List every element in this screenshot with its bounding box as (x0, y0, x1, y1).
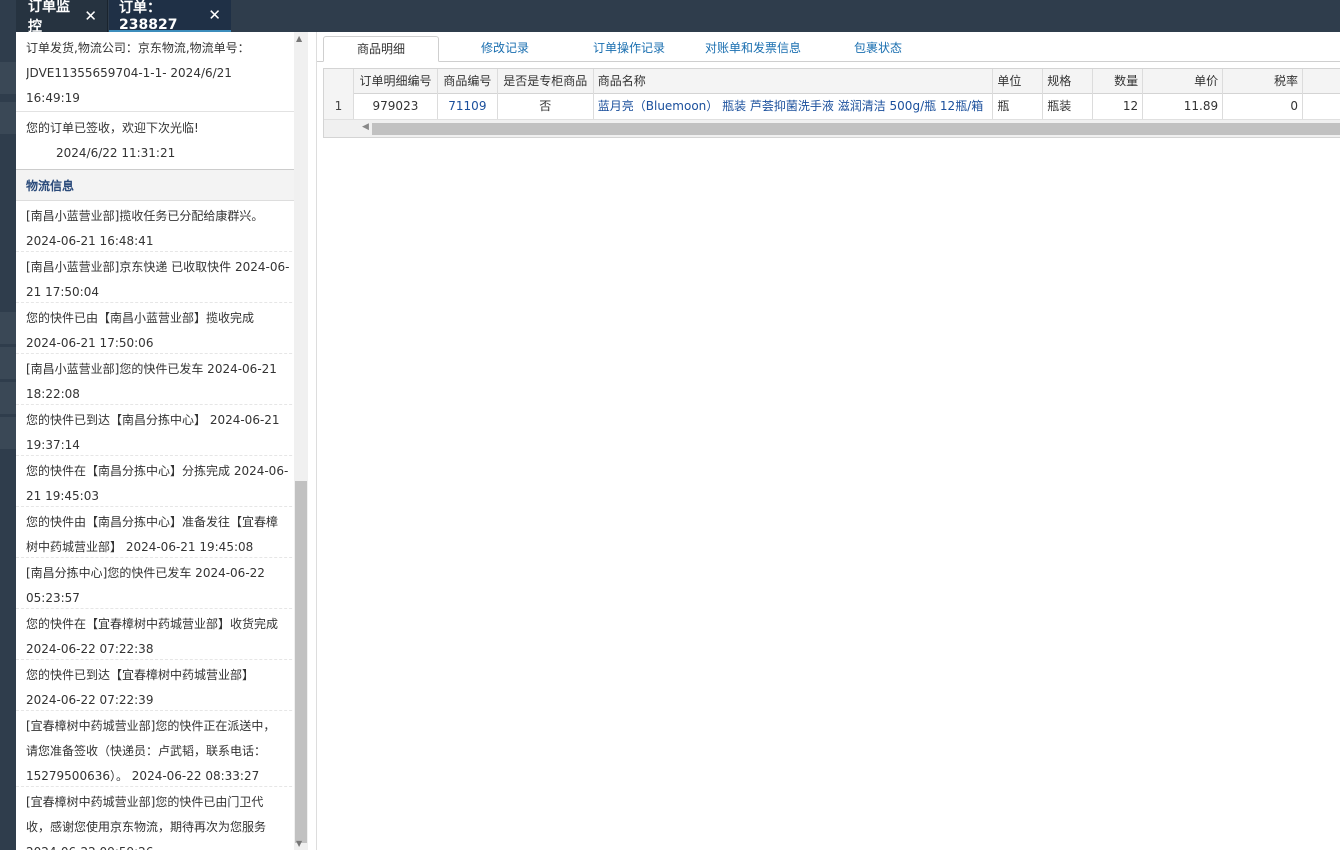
shipping-info: 订单发货,物流公司：京东物流,物流单号： JDVE11355659704-1-1… (16, 32, 307, 112)
signed-time: 2024/6/22 11:31:21 (56, 146, 176, 160)
logistics-item-line: 您的快件已到达【宜春樟树中药城营业部】 (26, 668, 255, 682)
logistics-item: [宜春樟树中药城营业部]您的快件正在派送中， 请您准备签收（快递员：卢武韬，联系电… (16, 711, 307, 787)
logistics-item: 您的快件由【南昌分拣中心】准备发往【宜春樟 树中药城营业部】 2024-06-21… (16, 507, 307, 558)
tab-statement-invoice[interactable]: 对账单和发票信息 (693, 36, 813, 62)
nav-item[interactable] (0, 382, 16, 414)
cell-tax: 0 (1223, 94, 1304, 119)
logistics-list: [南昌小蓝营业部]揽收任务已分配给康群兴。 2024-06-21 16:48:41… (16, 201, 307, 850)
tab-order-monitor[interactable]: 订单监控 ✕ (16, 0, 108, 35)
cell-special: 否 (498, 94, 594, 119)
header-filler (1303, 69, 1340, 94)
cell-unit: 瓶 (993, 94, 1044, 119)
signed-line: 您的订单已签收，欢迎下次光临! (26, 121, 199, 135)
logistics-item: 您的快件在【宜春樟树中药城营业部】收货完成 2024-06-22 07:22:38 (16, 609, 307, 660)
scroll-up-icon[interactable]: ▲ (296, 34, 302, 43)
logistics-item: 您的快件在【南昌分拣中心】分拣完成 2024-06- 21 19:45:03 (16, 456, 307, 507)
header-name[interactable]: 商品名称 (594, 69, 994, 94)
logistics-item: 您的快件已到达【宜春樟树中药城营业部】 2024-06-22 07:22:39 (16, 660, 307, 711)
logistics-item-line: 2024-06-22 09:59:26 (26, 841, 297, 850)
nav-item[interactable] (0, 417, 16, 449)
logistics-item-line: 15279500636）。 2024-06-22 08:33:27 (26, 769, 260, 783)
header-index (324, 69, 354, 94)
top-tab-bar: 订单监控 ✕ 订单：238827 ✕ (0, 0, 1340, 35)
nav-item[interactable] (0, 347, 16, 379)
product-grid: 订单明细编号 商品编号 是否是专柜商品 商品名称 单位 规格 数量 单价 税率 … (323, 68, 1340, 138)
logistics-item: [南昌小蓝营业部]京东快递 已收取快件 2024-06- 21 17:50:04 (16, 252, 307, 303)
logistics-item-line: [宜春樟树中药城营业部]您的快件正在派送中， (26, 719, 276, 733)
header-price[interactable]: 单价 (1143, 69, 1224, 94)
shipping-line: 16:49:19 (26, 91, 80, 105)
cell-qty: 12 (1093, 94, 1144, 119)
nav-item[interactable] (0, 62, 16, 94)
logistics-item: 您的快件已到达【南昌分拣中心】 2024-06-21 19:37:14 (16, 405, 307, 456)
scroll-down-icon[interactable]: ▼ (296, 839, 302, 848)
scrollbar-thumb[interactable] (372, 123, 1340, 135)
header-product-code[interactable]: 商品编号 (438, 69, 498, 94)
logistics-scrollbar[interactable]: ▲ ▼ (294, 32, 308, 850)
tab-modify-log[interactable]: 修改记录 (447, 36, 563, 62)
grid-header: 订单明细编号 商品编号 是否是专柜商品 商品名称 单位 规格 数量 单价 税率 (324, 69, 1340, 94)
grid-horizontal-scrollbar[interactable]: ◀ (324, 119, 1340, 137)
header-special[interactable]: 是否是专柜商品 (498, 69, 594, 94)
main-content: 商品明细 修改记录 订单操作记录 对账单和发票信息 包裹状态 订单明细编号 商品… (316, 32, 1340, 850)
cell-filler (1303, 94, 1340, 119)
cell-product-name-link[interactable]: 蓝月亮（Bluemoon） 瓶装 芦荟抑菌洗手液 滋润清洁 500g/瓶 12瓶… (594, 94, 994, 119)
logistics-item-line: [南昌分拣中心]您的快件已发车 2024-06-22 (26, 566, 265, 580)
logistics-section-title: 物流信息 (16, 169, 307, 201)
table-row[interactable]: 1 979023 71109 否 蓝月亮（Bluemoon） 瓶装 芦荟抑菌洗手… (324, 94, 1340, 119)
tab-label: 订单监控 (28, 0, 70, 35)
left-nav-strip (0, 32, 16, 850)
cell-product-code-link[interactable]: 71109 (438, 94, 498, 119)
cell-detail-no: 979023 (354, 94, 438, 119)
tab-operation-log[interactable]: 订单操作记录 (573, 36, 685, 62)
tab-product-detail[interactable]: 商品明细 (323, 36, 439, 62)
logistics-item: [南昌小蓝营业部]揽收任务已分配给康群兴。 2024-06-21 16:48:41 (16, 201, 307, 252)
header-unit[interactable]: 单位 (993, 69, 1044, 94)
logistics-item: [南昌小蓝营业部]您的快件已发车 2024-06-21 18:22:08 (16, 354, 307, 405)
logistics-item: 您的快件已由【南昌小蓝营业部】揽收完成 2024-06-21 17:50:06 (16, 303, 307, 354)
tab-package-status[interactable]: 包裹状态 (823, 36, 933, 62)
logistics-item-line: 请您准备签收（快递员：卢武韬，联系电话： (26, 744, 267, 758)
logistics-item-line: 您的快件在【宜春樟树中药城营业部】收货完成 (26, 617, 279, 631)
logistics-item-line: 您的快件已由【南昌小蓝营业部】揽收完成 (26, 311, 255, 325)
nav-item[interactable] (0, 312, 16, 344)
logistics-item-line: 您的快件由【南昌分拣中心】准备发往【宜春樟 (26, 515, 279, 529)
logistics-panel: 订单发货,物流公司：京东物流,物流单号： JDVE11355659704-1-1… (16, 32, 308, 850)
shipping-line: 订单发货,物流公司：京东物流,物流单号： (26, 41, 250, 55)
close-icon[interactable]: ✕ (208, 6, 221, 24)
logistics-item: [南昌分拣中心]您的快件已发车 2024-06-22 05:23:57 (16, 558, 307, 609)
logistics-item: [宜春樟树中药城营业部]您的快件已由门卫代 收，感谢您使用京东物流，期待再次为您服… (16, 787, 307, 850)
shipping-line: JDVE11355659704-1-1- 2024/6/21 (26, 66, 232, 80)
scrollbar-thumb[interactable] (295, 481, 307, 843)
tab-label: 订单：238827 (119, 0, 178, 33)
logistics-item-line: [宜春樟树中药城营业部]您的快件已由门卫代 (26, 795, 264, 809)
logistics-item-line: 收，感谢您使用京东物流，期待再次为您服务 (26, 820, 267, 834)
logistics-item-line: [南昌小蓝营业部]京东快递 已收取快件 2024-06- (26, 260, 290, 274)
header-detail-no[interactable]: 订单明细编号 (354, 69, 438, 94)
cell-spec: 瓶装 (1043, 94, 1094, 119)
logistics-item-line: 您的快件在【南昌分拣中心】分拣完成 2024-06- (26, 464, 289, 478)
logistics-item-line: [南昌小蓝营业部]揽收任务已分配给康群兴。 (26, 209, 264, 223)
nav-item[interactable] (0, 102, 16, 134)
signed-info: 您的订单已签收，欢迎下次光临! 2024/6/22 11:31:21 (16, 112, 307, 169)
logistics-item-line: 您的快件已到达【南昌分拣中心】 2024-06-21 (26, 413, 280, 427)
scroll-left-icon[interactable]: ◀ (362, 122, 369, 132)
detail-tabs: 商品明细 修改记录 订单操作记录 对账单和发票信息 包裹状态 (317, 32, 1340, 62)
logistics-item-line: [南昌小蓝营业部]您的快件已发车 2024-06-21 (26, 362, 277, 376)
row-index: 1 (324, 94, 354, 119)
header-spec[interactable]: 规格 (1043, 69, 1094, 94)
tab-order-detail[interactable]: 订单：238827 ✕ (109, 0, 231, 33)
header-tax[interactable]: 税率 (1223, 69, 1304, 94)
header-qty[interactable]: 数量 (1093, 69, 1144, 94)
close-icon[interactable]: ✕ (84, 7, 97, 25)
cell-price: 11.89 (1143, 94, 1224, 119)
